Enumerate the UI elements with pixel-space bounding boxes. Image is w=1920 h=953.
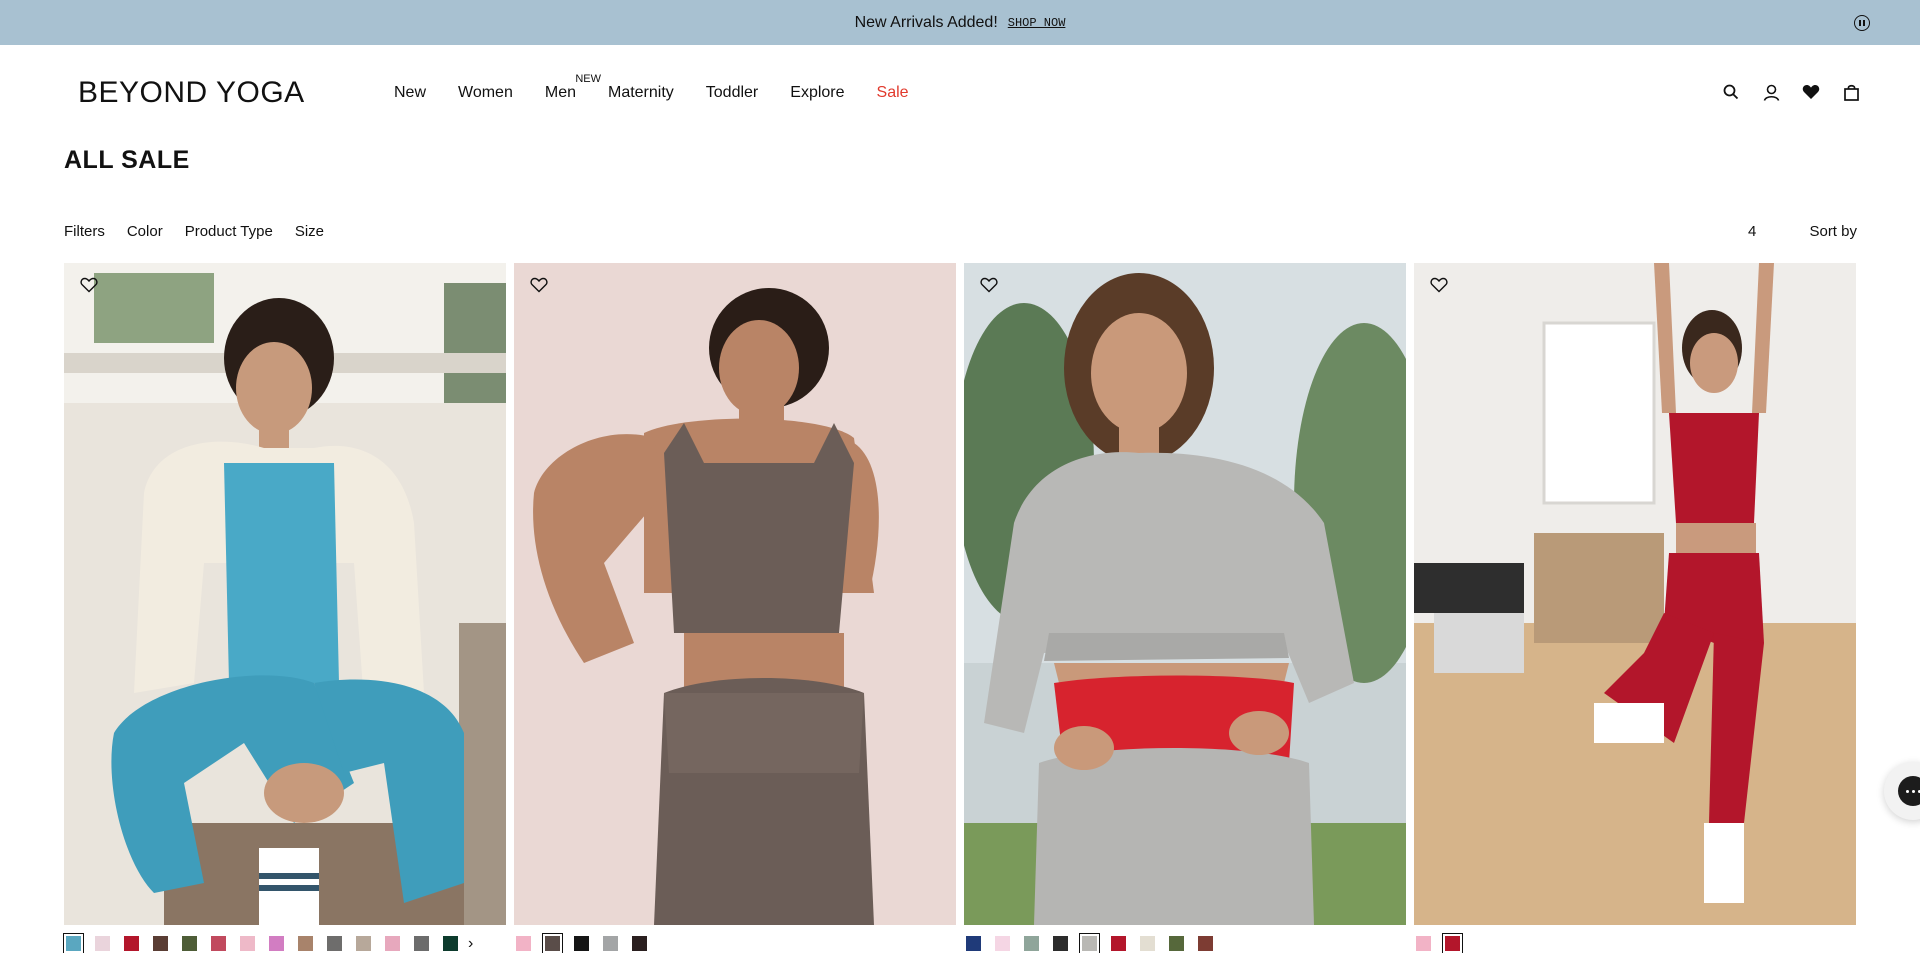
header-icons xyxy=(1722,83,1860,101)
announcement-bar: New Arrivals Added! SHOP NOW xyxy=(0,0,1920,45)
brand-logo[interactable]: BEYOND YOGA xyxy=(78,76,305,110)
color-swatch[interactable] xyxy=(1169,936,1184,951)
account-icon[interactable] xyxy=(1762,83,1780,101)
color-swatch[interactable] xyxy=(1111,936,1126,951)
wishlist-heart-icon[interactable] xyxy=(530,277,550,297)
color-swatch[interactable] xyxy=(516,936,531,951)
size-filter[interactable]: Size xyxy=(295,223,324,240)
color-swatch[interactable] xyxy=(327,936,342,951)
product-card[interactable] xyxy=(514,263,956,953)
color-swatch[interactable] xyxy=(414,936,429,951)
color-swatch[interactable] xyxy=(574,936,589,951)
color-swatch[interactable] xyxy=(269,936,284,951)
color-swatch[interactable] xyxy=(240,936,255,951)
color-swatches: › xyxy=(63,933,473,953)
color-swatch[interactable] xyxy=(182,936,197,951)
product-image[interactable] xyxy=(964,263,1406,925)
product-card[interactable]: › xyxy=(63,263,506,953)
color-swatch[interactable] xyxy=(298,936,313,951)
wishlist-heart-icon[interactable] xyxy=(80,277,100,297)
color-swatch[interactable] xyxy=(632,936,647,951)
chat-button[interactable] xyxy=(1884,762,1920,820)
chat-icon xyxy=(1898,776,1920,806)
search-icon[interactable] xyxy=(1722,83,1740,101)
color-swatch[interactable] xyxy=(1053,936,1068,951)
nav-item-men[interactable]: Men NEW xyxy=(544,73,601,102)
nav-item-sale[interactable]: Sale xyxy=(877,84,909,102)
color-swatch[interactable] xyxy=(1198,936,1213,951)
product-card[interactable] xyxy=(1414,263,1856,953)
color-swatch[interactable] xyxy=(1024,936,1039,951)
color-swatch[interactable] xyxy=(542,933,563,953)
main-nav: New Women Men NEW Maternity Toddler Expl… xyxy=(394,73,941,102)
color-swatch[interactable] xyxy=(1079,933,1100,953)
color-swatch[interactable] xyxy=(603,936,618,951)
color-swatch[interactable] xyxy=(443,936,458,951)
swatch-next-icon[interactable]: › xyxy=(468,936,473,952)
color-swatch[interactable] xyxy=(1416,936,1431,951)
nav-item-women[interactable]: Women xyxy=(458,84,513,102)
color-swatch[interactable] xyxy=(63,933,84,953)
product-image[interactable] xyxy=(64,263,506,925)
product-grid: › xyxy=(63,263,1856,953)
product-image[interactable] xyxy=(1414,263,1856,925)
color-swatch[interactable] xyxy=(385,936,400,951)
color-swatch[interactable] xyxy=(211,936,226,951)
color-filter[interactable]: Color xyxy=(127,223,163,240)
color-swatch[interactable] xyxy=(995,936,1010,951)
color-swatch[interactable] xyxy=(1442,933,1463,953)
site-header: BEYOND YOGA New Women Men NEW Maternity … xyxy=(0,45,1920,141)
product-type-filter[interactable]: Product Type xyxy=(185,223,273,240)
page-title: ALL SALE xyxy=(64,146,190,174)
color-swatch[interactable] xyxy=(95,936,110,951)
color-swatch[interactable] xyxy=(153,936,168,951)
nav-item-new[interactable]: New xyxy=(394,84,426,102)
color-swatches xyxy=(516,933,661,953)
color-swatches xyxy=(1416,933,1474,953)
color-swatch[interactable] xyxy=(966,936,981,951)
color-swatch[interactable] xyxy=(1140,936,1155,951)
color-swatch[interactable] xyxy=(124,936,139,951)
new-badge: NEW xyxy=(575,73,601,85)
wishlist-heart-icon[interactable] xyxy=(980,277,1000,297)
nav-item-explore[interactable]: Explore xyxy=(790,84,844,102)
announcement-text: New Arrivals Added! xyxy=(854,13,998,31)
nav-item-men-label: Men xyxy=(544,84,576,101)
color-swatch[interactable] xyxy=(356,936,371,951)
wishlist-icon[interactable] xyxy=(1802,83,1820,101)
grid-column-count[interactable]: 4 xyxy=(1748,223,1756,240)
shop-now-link[interactable]: SHOP NOW xyxy=(1008,16,1066,30)
product-card[interactable] xyxy=(964,263,1406,953)
pause-icon[interactable] xyxy=(1854,15,1870,31)
bag-icon[interactable] xyxy=(1842,83,1860,101)
wishlist-heart-icon[interactable] xyxy=(1430,277,1450,297)
filter-bar: Filters Color Product Type Size xyxy=(64,223,346,240)
nav-item-maternity[interactable]: Maternity xyxy=(608,84,674,102)
color-swatches xyxy=(966,933,1227,953)
sort-by-button[interactable]: Sort by xyxy=(1809,223,1857,240)
filters-button[interactable]: Filters xyxy=(64,223,105,240)
product-image[interactable] xyxy=(514,263,956,925)
nav-item-toddler[interactable]: Toddler xyxy=(706,84,758,102)
